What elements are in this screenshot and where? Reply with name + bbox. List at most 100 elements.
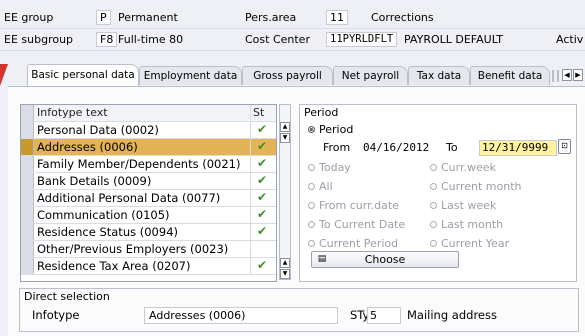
check-icon: ✔ <box>257 258 268 272</box>
col-separator <box>250 122 251 138</box>
check-icon: ✔ <box>257 190 268 204</box>
radio-last-month[interactable]: Last month <box>430 218 503 231</box>
radio-period-label: Period <box>319 123 354 136</box>
tab-basic-personal-data[interactable]: Basic personal data <box>27 64 139 86</box>
radio-curr-week-label: Curr.week <box>441 161 496 174</box>
row-selector[interactable] <box>21 224 34 240</box>
radio-icon <box>308 164 315 171</box>
ee-group-text: Permanent <box>118 11 178 24</box>
radio-curr-week[interactable]: Curr.week <box>430 161 496 174</box>
radio-current-year-label: Current Year <box>441 237 510 250</box>
radio-to-current-date[interactable]: To Current Date <box>308 218 405 231</box>
table-row[interactable]: Other/Previous Employers (0023) <box>21 241 276 258</box>
tab-overflow-indicator <box>552 70 559 82</box>
to-date-input[interactable]: 12/31/9999 <box>479 140 557 156</box>
tab-gross-payroll[interactable]: Gross payroll <box>242 66 333 85</box>
col-separator <box>250 224 251 240</box>
tab-scroll-left-icon[interactable]: ◀ <box>562 69 572 81</box>
row-selector[interactable] <box>21 139 34 155</box>
row-selector[interactable] <box>21 173 34 189</box>
tab-tax-data[interactable]: Tax data <box>408 66 470 85</box>
radio-from-curr-date[interactable]: From curr.date <box>308 199 399 212</box>
ee-group-code: P <box>96 10 111 25</box>
radio-all[interactable]: All <box>308 180 333 193</box>
check-icon: ✔ <box>257 122 268 136</box>
radio-icon <box>430 202 437 209</box>
check-icon: ✔ <box>257 207 268 221</box>
radio-today-label: Today <box>319 161 351 174</box>
radio-current-period[interactable]: Current Period <box>308 237 398 250</box>
infotype-name: Bank Details (0009) <box>37 174 152 188</box>
row-selector[interactable] <box>21 190 34 206</box>
infotype-name: Residence Status (0094) <box>37 225 178 239</box>
col-separator <box>250 156 251 172</box>
employment-status-text: Activ <box>556 33 584 46</box>
period-group-title: Period <box>304 106 339 119</box>
from-date-input[interactable]: 04/16/2012 <box>360 140 442 156</box>
infotype-input[interactable]: Addresses (0006) <box>144 307 338 324</box>
cost-center-label: Cost Center <box>245 33 310 46</box>
tab-employment-data[interactable]: Employment data <box>139 66 242 85</box>
scroll-up-icon[interactable]: ▲ <box>280 122 290 132</box>
to-label: To <box>446 141 458 154</box>
col-header-status[interactable]: St <box>253 106 264 119</box>
ee-subgroup-label: EE subgroup <box>4 33 74 46</box>
radio-from-curr-date-label: From curr.date <box>319 199 399 212</box>
table-row-selected[interactable]: Addresses (0006) ✔ <box>21 139 276 156</box>
check-icon: ✔ <box>257 139 268 153</box>
radio-checked-icon <box>308 126 315 133</box>
table-row[interactable]: Additional Personal Data (0077) ✔ <box>21 190 276 207</box>
radio-icon <box>430 240 437 247</box>
direct-selection-title: Direct selection <box>24 290 110 303</box>
col-separator <box>250 105 251 121</box>
table-row[interactable]: Communication (0105) ✔ <box>21 207 276 224</box>
check-icon: ✔ <box>257 224 268 238</box>
infotype-table: Infotype text St Personal Data (0002) ✔ … <box>20 104 277 282</box>
table-row[interactable]: Personal Data (0002) ✔ <box>21 122 276 139</box>
radio-current-month[interactable]: Current month <box>430 180 522 193</box>
radio-period[interactable]: Period <box>308 123 353 136</box>
row-selector[interactable] <box>21 156 34 172</box>
tab-scroll-right-icon[interactable]: ▶ <box>573 69 583 81</box>
header-row-1: EE group P Permanent Pers.area 11 Correc… <box>0 8 585 29</box>
date-picker-icon[interactable]: ⊡ <box>558 139 571 154</box>
choose-button[interactable]: ▤ Choose <box>311 251 459 268</box>
row-selector[interactable] <box>21 241 34 257</box>
col-separator <box>250 190 251 206</box>
tab-benefit-data[interactable]: Benefit data <box>470 66 550 85</box>
cost-center-code: 11PYRLDFLT <box>326 32 398 47</box>
choose-icon: ▤ <box>317 254 327 264</box>
radio-today[interactable]: Today <box>308 161 351 174</box>
radio-icon <box>308 221 315 228</box>
table-row[interactable]: Bank Details (0009) ✔ <box>21 173 276 190</box>
row-selector[interactable] <box>21 258 34 274</box>
radio-last-week[interactable]: Last week <box>430 199 496 212</box>
row-selector[interactable] <box>21 122 34 138</box>
radio-current-period-label: Current Period <box>319 237 399 250</box>
choose-button-label: Choose <box>364 253 406 266</box>
pers-area-text: Corrections <box>371 11 434 24</box>
table-row[interactable]: Family Member/Dependents (0021) ✔ <box>21 156 276 173</box>
radio-icon <box>430 183 437 190</box>
subtype-text: Mailing address <box>407 308 497 322</box>
col-separator <box>250 139 251 155</box>
radio-icon <box>308 183 315 190</box>
ee-subgroup-code: F8 <box>96 32 118 47</box>
header-row-2: EE subgroup F8 Full-time 80 Cost Center … <box>0 30 585 51</box>
scroll-down-small-icon[interactable]: ▼ <box>280 133 290 143</box>
table-scrollbar[interactable]: ▲ ▼ ▲ ▼ <box>279 104 291 280</box>
select-all-cell[interactable] <box>21 105 34 121</box>
scroll-down-icon[interactable]: ▼ <box>280 269 290 279</box>
infotype-name: Addresses (0006) <box>37 140 138 154</box>
table-row[interactable]: Residence Tax Area (0207) ✔ <box>21 258 276 275</box>
pers-area-code: 11 <box>326 10 348 25</box>
subtype-input[interactable]: 5 <box>367 307 401 324</box>
cost-center-text: PAYROLL DEFAULT <box>404 33 504 46</box>
col-header-infotype-text[interactable]: Infotype text <box>37 106 108 119</box>
table-row[interactable]: Residence Status (0094) ✔ <box>21 224 276 241</box>
tab-net-payroll[interactable]: Net payroll <box>333 66 408 85</box>
radio-current-year[interactable]: Current Year <box>430 237 509 250</box>
row-selector[interactable] <box>21 207 34 223</box>
scroll-up-small-icon[interactable]: ▲ <box>280 258 290 268</box>
ee-subgroup-text: Full-time 80 <box>118 33 184 46</box>
